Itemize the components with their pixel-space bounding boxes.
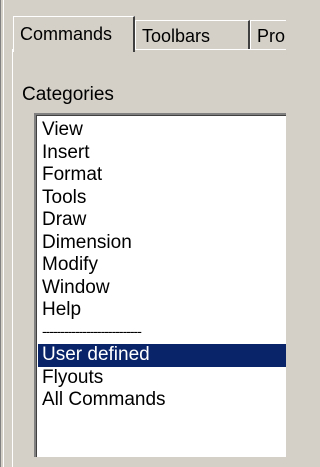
category-item-draw[interactable]: Draw — [38, 209, 286, 232]
customize-dialog: Commands Toolbars Pro Categories View In… — [0, 0, 286, 467]
tab-properties-label: Pro — [257, 26, 286, 46]
categories-label: Categories — [22, 84, 114, 105]
tab-commands-label: Commands — [20, 24, 113, 44]
tab-toolbars-label: Toolbars — [142, 26, 211, 46]
category-item-dimension[interactable]: Dimension — [38, 232, 286, 255]
tab-properties[interactable]: Pro — [250, 20, 286, 50]
category-item-window[interactable]: Window — [38, 277, 286, 300]
tab-strip: Commands Toolbars Pro — [13, 16, 286, 52]
tab-commands[interactable]: Commands — [13, 16, 135, 52]
category-separator: --------------------------- — [42, 322, 142, 339]
category-item-format[interactable]: Format — [38, 164, 286, 187]
tab-toolbars[interactable]: Toolbars — [135, 20, 250, 50]
frame-edge-shadow — [0, 0, 1, 467]
categories-listbox[interactable]: View Insert Format Tools Draw Dimension … — [34, 113, 286, 457]
category-item-modify[interactable]: Modify — [38, 254, 286, 277]
category-item-flyouts[interactable]: Flyouts — [38, 367, 286, 390]
category-item-help[interactable]: Help — [38, 299, 286, 322]
category-item-insert[interactable]: Insert — [38, 142, 286, 165]
category-item-view[interactable]: View — [38, 119, 286, 142]
categories-list: View Insert Format Tools Draw Dimension … — [38, 119, 286, 412]
category-item-user-defined[interactable]: User defined — [38, 344, 286, 367]
category-item-all-commands[interactable]: All Commands — [38, 389, 286, 412]
category-item-tools[interactable]: Tools — [38, 187, 286, 210]
